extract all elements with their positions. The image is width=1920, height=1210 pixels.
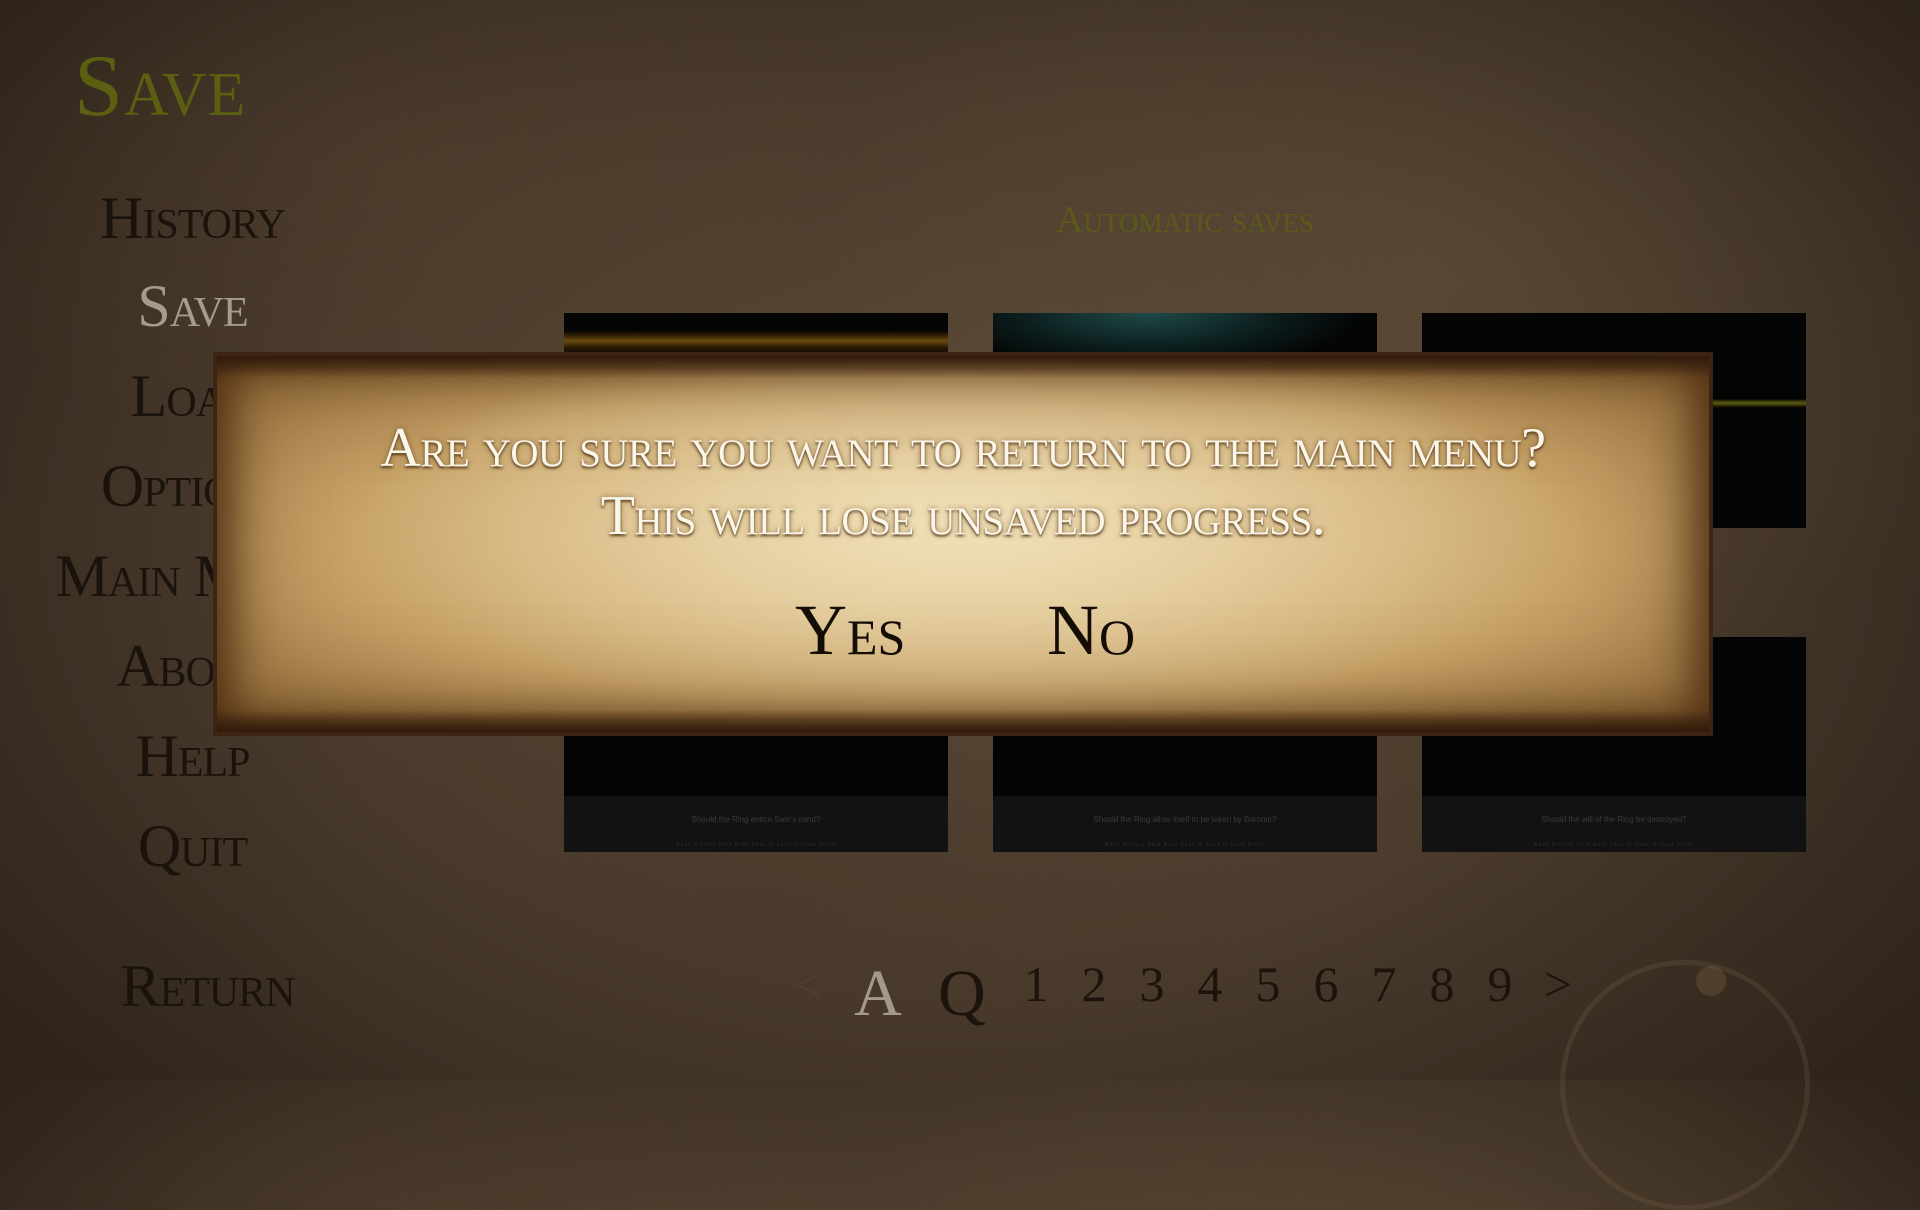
no-button[interactable]: No: [1047, 589, 1135, 672]
dialog-burnt-edge: [217, 356, 1709, 378]
confirm-dialog: Are you sure you want to return to the m…: [213, 352, 1713, 736]
dialog-burnt-edge: [217, 710, 1709, 732]
dialog-message: Are you sure you want to return to the m…: [217, 414, 1709, 550]
dialog-message-line-2: This will lose unsaved progress.: [600, 485, 1326, 547]
dialog-message-line-1: Are you sure you want to return to the m…: [380, 417, 1546, 479]
yes-button[interactable]: Yes: [795, 589, 905, 672]
